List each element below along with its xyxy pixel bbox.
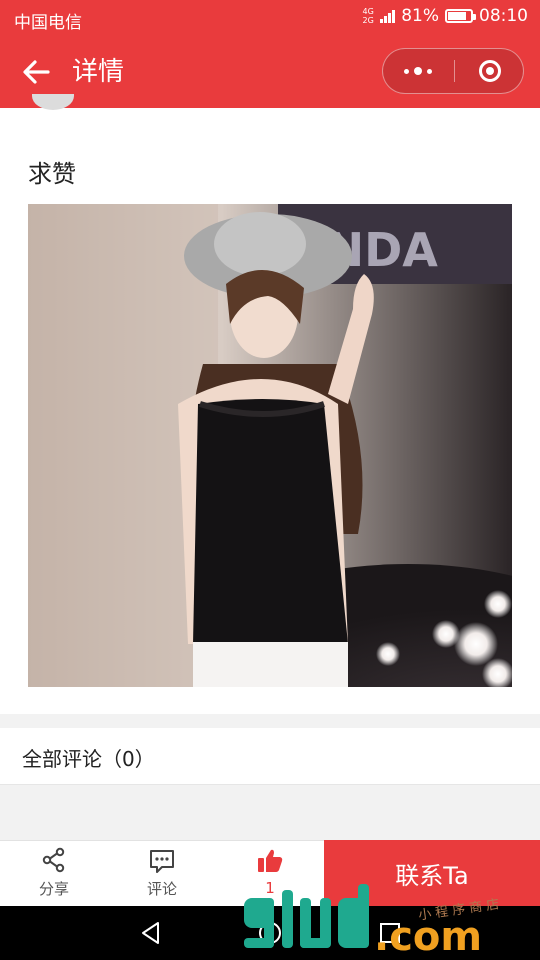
page-title: 详情 [72, 57, 125, 87]
photo-illustration: ANDA [28, 204, 512, 687]
comments-title: 全部评论（0） [22, 747, 155, 771]
close-miniprogram-button[interactable] [455, 49, 525, 93]
post-text: 求赞 [28, 160, 76, 188]
comment-label: 评论 [146, 880, 177, 898]
avatar[interactable] [32, 94, 74, 110]
carrier-name: 中国电信 [14, 13, 82, 33]
more-dot-right [427, 68, 432, 74]
like-count: 1 [265, 879, 275, 897]
post-image[interactable]: ANDA [28, 204, 512, 687]
more-button[interactable] [383, 49, 453, 93]
arrow-left-icon [23, 60, 50, 84]
post-card: 求赞 ANDA [0, 94, 540, 714]
battery-icon [445, 9, 476, 23]
back-triangle-icon[interactable] [138, 920, 164, 946]
share-label: 分享 [38, 880, 69, 898]
recents-square-icon[interactable] [377, 920, 403, 946]
capsule-menu [382, 48, 524, 94]
network-type-icon: 4G 2G [362, 7, 374, 25]
share-button[interactable]: 分享 [0, 841, 108, 907]
more-dots-icon [404, 68, 409, 74]
nav-bar: 详情 [0, 36, 540, 108]
system-navigation-bar [0, 906, 540, 960]
screen: 中国电信 4G 2G 81% 08:10 详情 求赞 ANDA 全部评论（0） … [0, 0, 540, 960]
share-icon [42, 847, 65, 873]
battery-percent: 81% [401, 6, 439, 26]
comments-section-header: 全部评论（0） [0, 728, 540, 785]
like-button[interactable]: 1 [216, 841, 324, 907]
target-circle-icon [479, 60, 501, 82]
comment-button[interactable]: 评论 [108, 841, 216, 907]
more-dot-center [414, 67, 422, 75]
home-circle-icon[interactable] [257, 920, 283, 946]
battery-level [448, 12, 466, 20]
bottom-action-bar: 分享 评论 1 联系Ta [0, 840, 540, 906]
contact-button[interactable]: 联系Ta [324, 840, 540, 906]
signal-icon [380, 9, 396, 23]
clock: 08:10 [479, 6, 528, 26]
status-bar: 中国电信 4G 2G 81% 08:10 [0, 0, 540, 36]
status-indicators: 4G 2G 81% 08:10 [362, 6, 528, 26]
back-button[interactable] [18, 54, 54, 90]
thumbs-up-icon [258, 849, 283, 872]
comment-icon [150, 850, 174, 873]
